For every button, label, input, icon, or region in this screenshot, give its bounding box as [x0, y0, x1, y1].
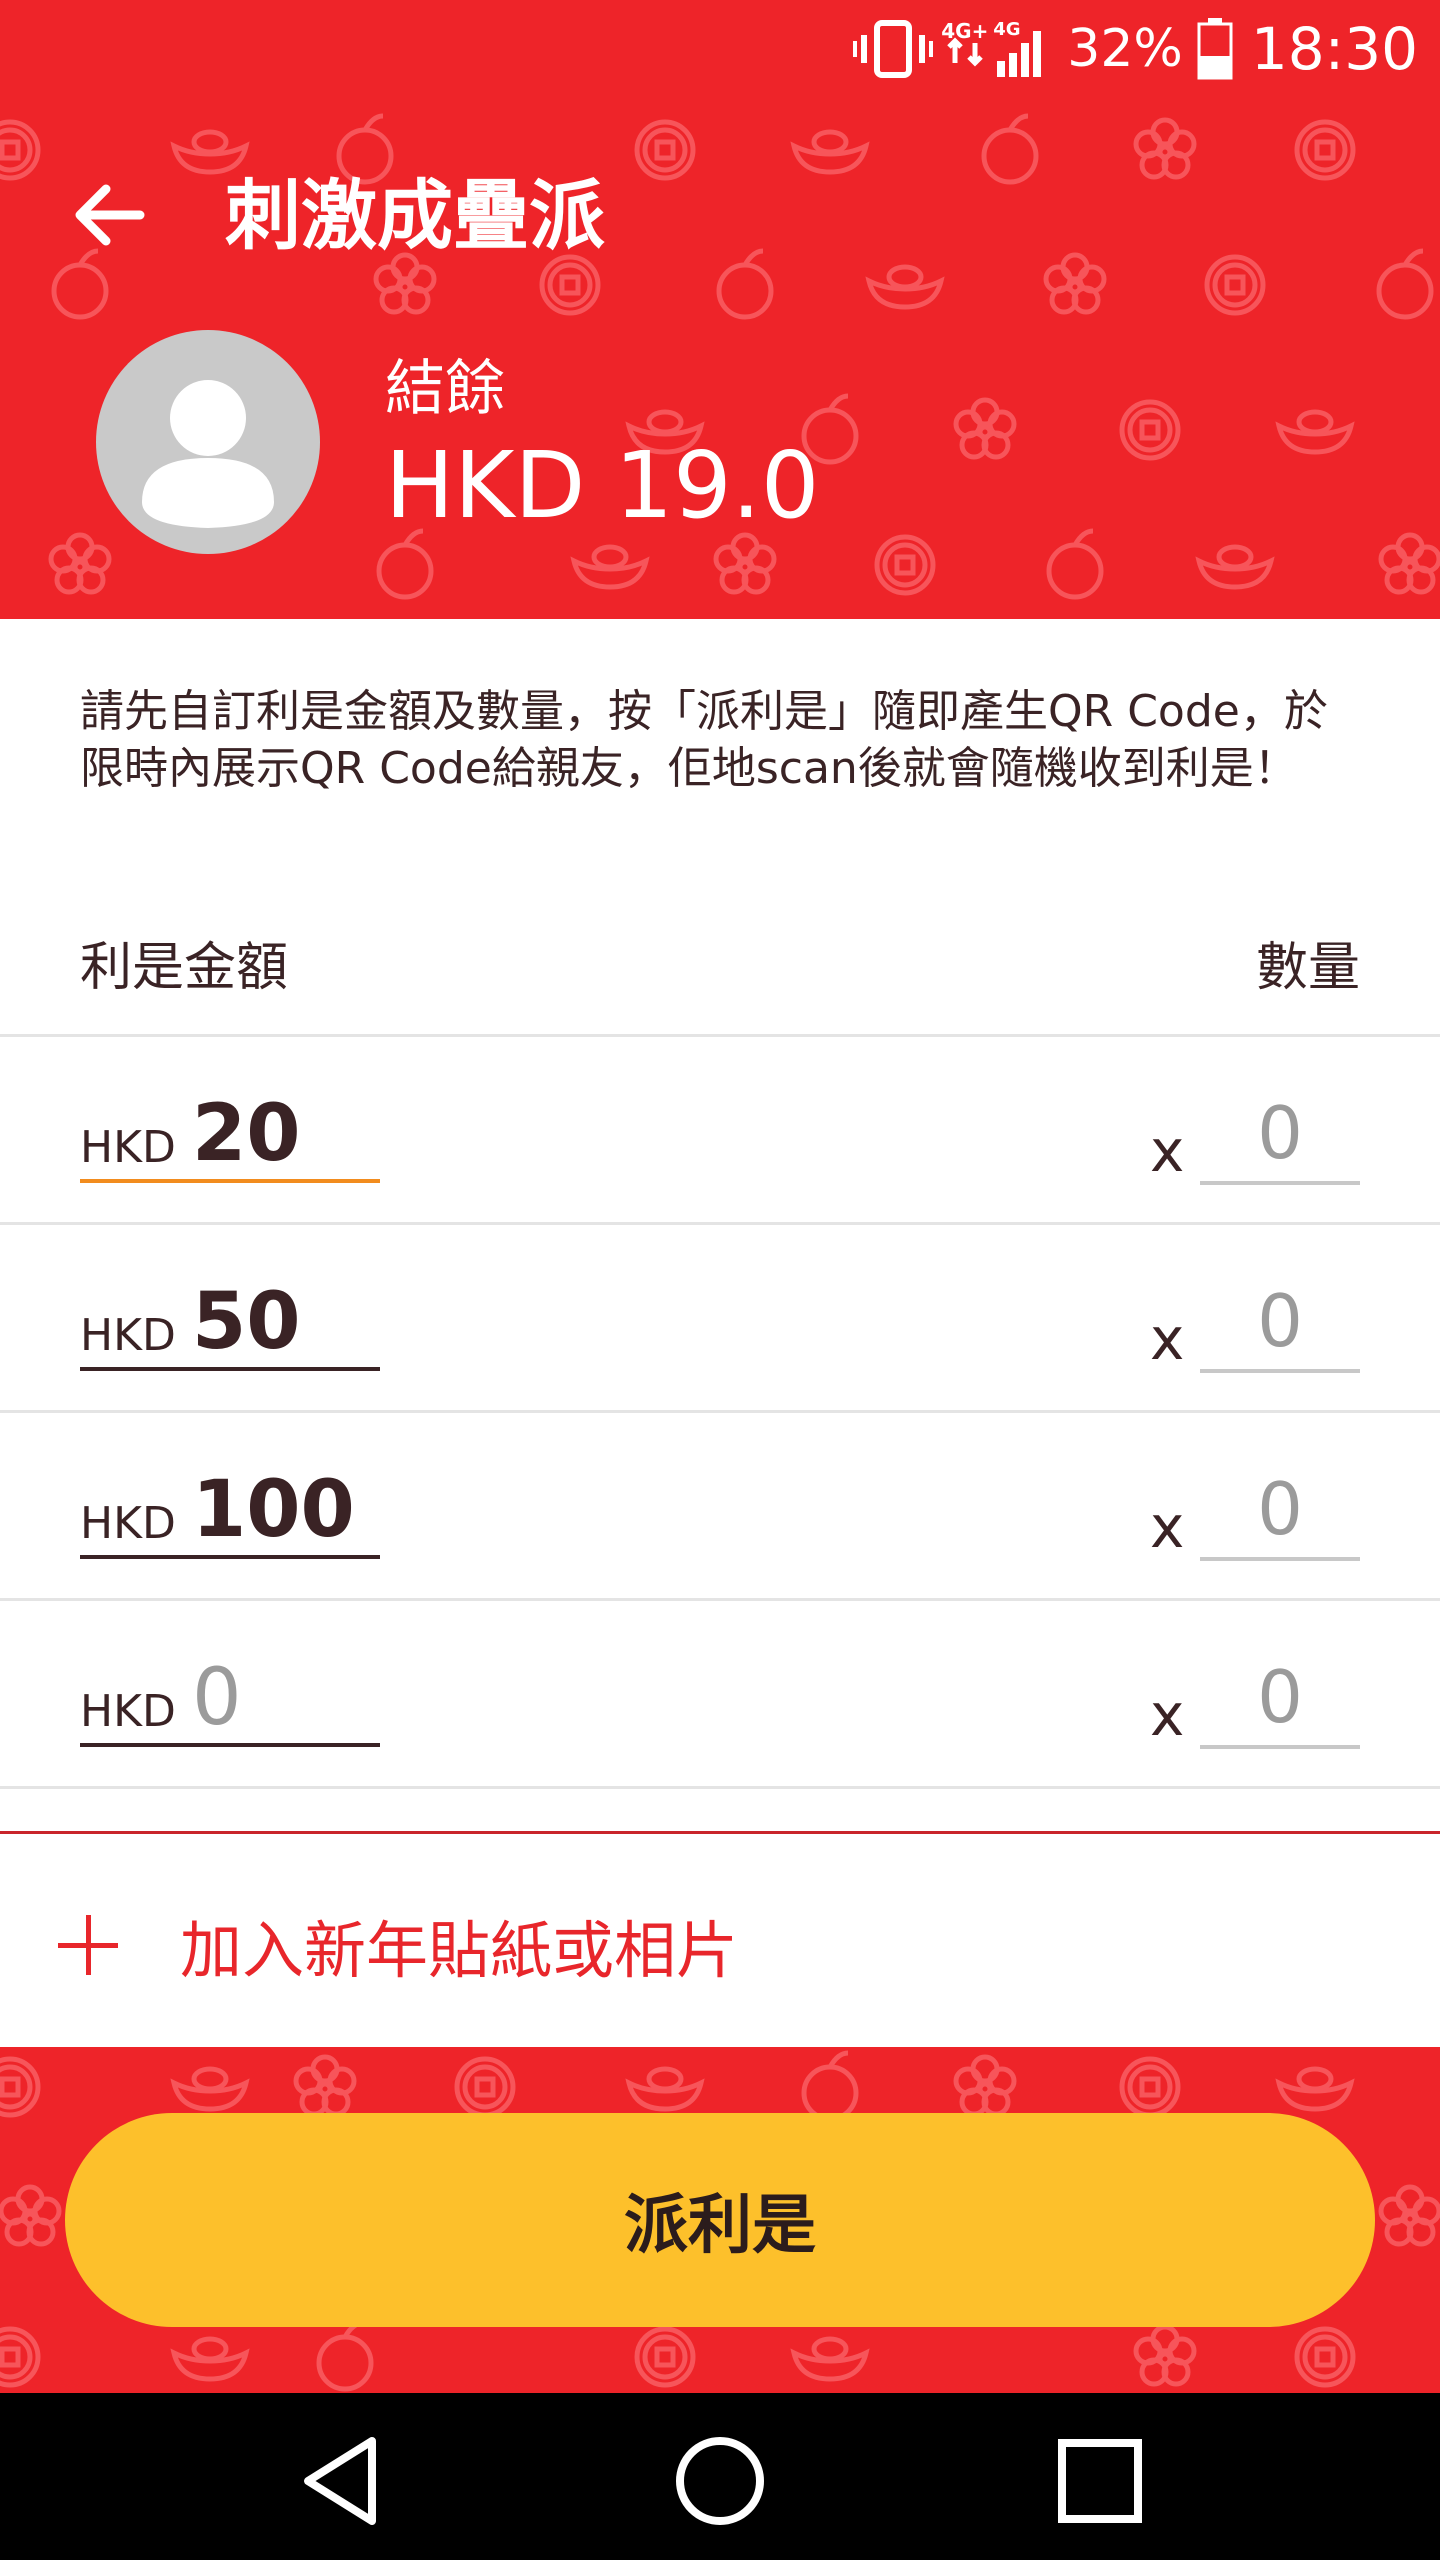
- quantity-input[interactable]: 0: [1200, 1271, 1360, 1373]
- red-packet-row: HKD 100 x 0: [0, 1410, 1440, 1599]
- amount-input[interactable]: HKD 100: [80, 1459, 380, 1559]
- amount-value: 100: [192, 1465, 355, 1555]
- instructions-text: 請先自訂利是金額及數量，按「派利是」隨即產生QR Code，於限時內展示QR C…: [80, 686, 1328, 794]
- quantity-value: 0: [1257, 1279, 1303, 1363]
- divider-red: [0, 1831, 1440, 1834]
- red-packet-row: HKD 0 x 0: [0, 1598, 1440, 1787]
- amount-column-header: 利是金額: [80, 938, 289, 998]
- amount-value: 50: [192, 1277, 301, 1367]
- red-packet-row: HKD 20 x 0: [0, 1034, 1440, 1223]
- red-packet-row: HKD 50 x 0: [0, 1222, 1440, 1411]
- amount-input[interactable]: HKD 20: [80, 1083, 380, 1183]
- status-bar: 4G+ 4G 32% 18:30: [0, 0, 1440, 100]
- triangle-back-icon: [304, 2437, 376, 2525]
- back-button[interactable]: [70, 175, 150, 255]
- currency-label: HKD: [80, 1122, 176, 1173]
- avatar: [96, 330, 320, 554]
- battery-percent: 32%: [1067, 19, 1183, 79]
- add-sticker-button[interactable]: 加入新年貼紙或相片: [58, 1890, 858, 2000]
- multiply-sign: x: [1150, 1117, 1185, 1185]
- battery-icon: [1197, 18, 1233, 80]
- header: 4G+ 4G 32% 18:30 刺激成疊派 結餘 HKD 19.0: [0, 0, 1440, 619]
- plus-icon: [58, 1915, 118, 1975]
- nav-recents-button[interactable]: [1050, 2431, 1150, 2531]
- send-red-packet-button[interactable]: 派利是: [65, 2113, 1375, 2327]
- amount-input[interactable]: HKD 50: [80, 1271, 380, 1371]
- quantity-input[interactable]: 0: [1200, 1459, 1360, 1561]
- quantity-column-header: 數量: [1255, 938, 1360, 998]
- vibrate-icon: [853, 20, 934, 78]
- currency-label: HKD: [80, 1686, 176, 1737]
- quantity-value: 0: [1257, 1655, 1303, 1739]
- quantity-input[interactable]: 0: [1200, 1083, 1360, 1185]
- clock: 18:30: [1250, 15, 1418, 83]
- network-type-icon: 4G+ 4G: [941, 19, 1051, 79]
- nav-home-button[interactable]: [670, 2431, 770, 2531]
- quantity-value: 0: [1257, 1467, 1303, 1551]
- add-sticker-label: 加入新年貼紙或相片: [180, 1914, 739, 1987]
- app-bar: 刺激成疊派: [0, 140, 1440, 290]
- arrow-back-icon: [75, 184, 145, 246]
- amount-input[interactable]: HKD 0: [80, 1647, 380, 1747]
- amount-value: 20: [192, 1089, 301, 1179]
- footer: 派利是: [0, 2047, 1440, 2393]
- user-silhouette-icon: [142, 380, 274, 528]
- balance-value: HKD 19.0: [385, 432, 820, 539]
- navigation-bar: [0, 2393, 1440, 2560]
- multiply-sign: x: [1150, 1305, 1185, 1373]
- nav-back-button[interactable]: [290, 2431, 390, 2531]
- signal-icon: [947, 31, 1042, 77]
- currency-label: HKD: [80, 1310, 176, 1361]
- divider: [0, 1786, 1440, 1789]
- page-title: 刺激成疊派: [225, 171, 605, 260]
- square-recents-icon: [1058, 2439, 1142, 2523]
- multiply-sign: x: [1150, 1681, 1185, 1749]
- column-headers: 利是金額 數量: [0, 925, 1440, 998]
- amount-value: 0: [192, 1653, 242, 1743]
- balance-label: 結餘: [385, 354, 505, 424]
- currency-label: HKD: [80, 1498, 176, 1549]
- quantity-input[interactable]: 0: [1200, 1647, 1360, 1749]
- circle-home-icon: [676, 2437, 764, 2525]
- quantity-value: 0: [1257, 1091, 1303, 1175]
- multiply-sign: x: [1150, 1493, 1185, 1561]
